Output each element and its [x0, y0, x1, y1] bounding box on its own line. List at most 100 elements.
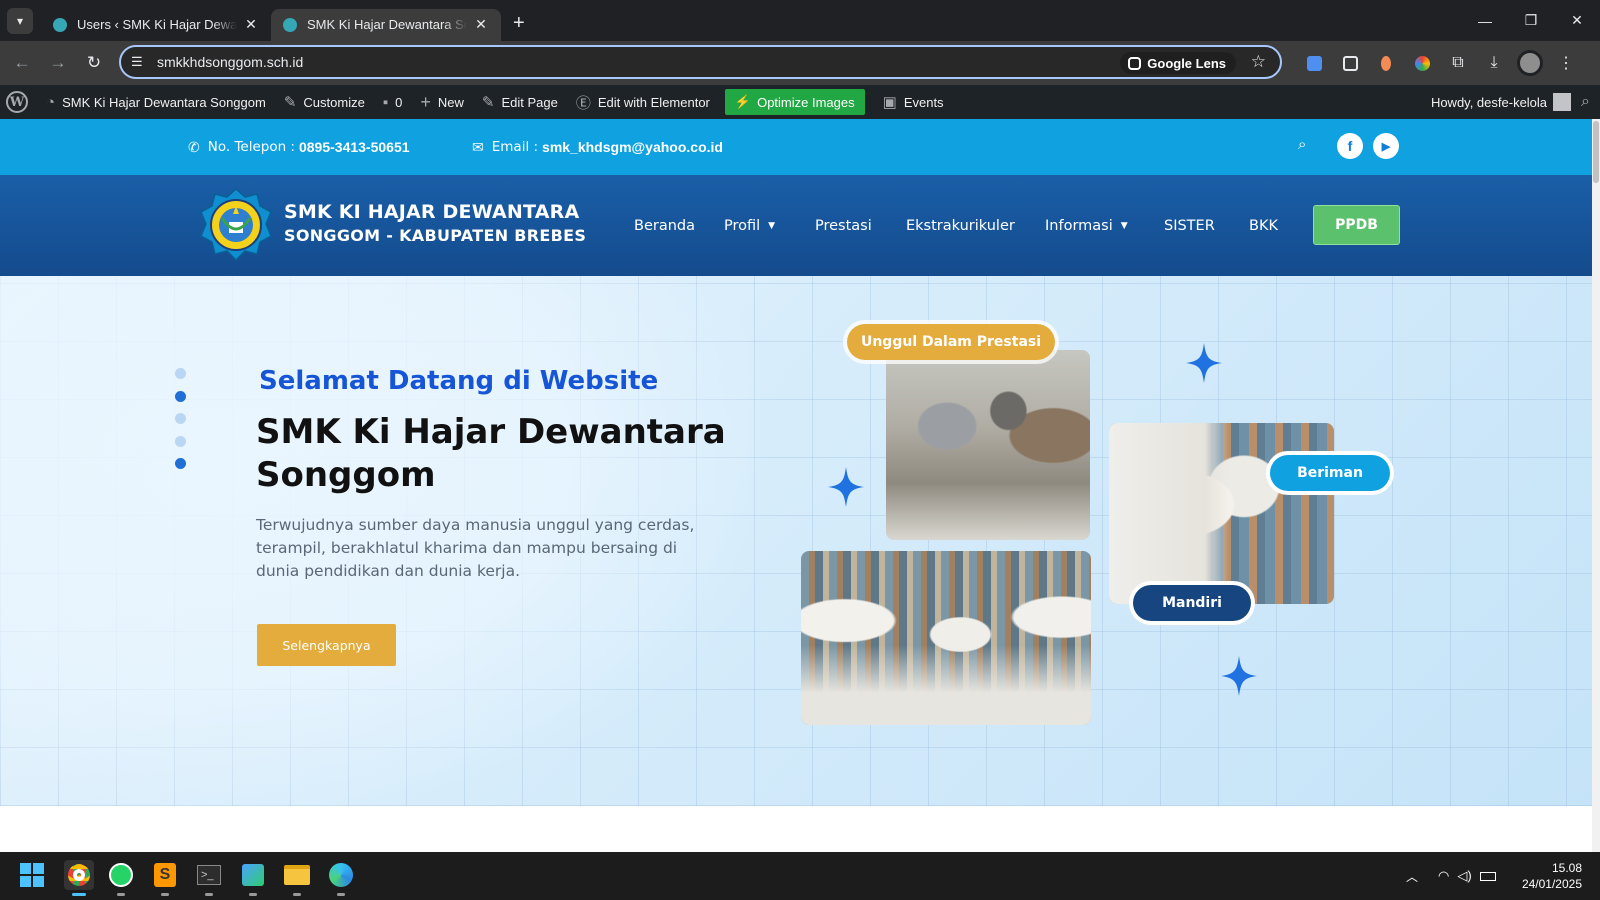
- pencil-icon: ✎: [481, 94, 495, 111]
- site-info-icon[interactable]: ☰: [131, 54, 149, 70]
- active-indicator: [72, 893, 86, 896]
- ppdb-button[interactable]: PPDB: [1313, 205, 1400, 245]
- tab-users[interactable]: Users ‹ SMK Ki Hajar Dewantara ✕: [41, 9, 271, 41]
- chevron-down-icon: ▼: [768, 220, 776, 231]
- taskbar-terminal[interactable]: >_: [196, 862, 222, 888]
- admin-avatar[interactable]: [1553, 93, 1572, 111]
- admin-edit-elementor-label: Edit with Elementor: [597, 94, 710, 110]
- running-indicator: [249, 893, 257, 896]
- profile-button[interactable]: [1512, 50, 1548, 76]
- taskbar-chrome[interactable]: [64, 860, 94, 890]
- back-button[interactable]: ←: [4, 53, 40, 73]
- windows-logo-icon: [20, 863, 44, 887]
- admin-events[interactable]: ▣ Events: [874, 85, 953, 119]
- battery-icon[interactable]: [1479, 871, 1496, 881]
- taskbar-file-explorer[interactable]: [284, 862, 310, 888]
- address-bar[interactable]: ☰ smkkhdsonggom.sch.id Google Lens ☆: [119, 45, 1282, 79]
- calendar-icon: ▣: [882, 94, 897, 111]
- nav-item-informasi[interactable]: Informasi ▼: [1045, 175, 1128, 276]
- slider-dot[interactable]: [175, 390, 186, 402]
- nav-label: BKK: [1249, 217, 1278, 234]
- bookmark-star-icon[interactable]: ☆: [1251, 52, 1266, 72]
- taskbar-browser[interactable]: [328, 862, 354, 888]
- slider-dot[interactable]: [175, 435, 186, 447]
- extension-button[interactable]: [1404, 55, 1440, 71]
- page-scrollbar[interactable]: [1592, 119, 1600, 852]
- admin-edit-page[interactable]: ✎ Edit Page: [473, 85, 567, 119]
- youtube-icon[interactable]: ▶: [1373, 133, 1399, 159]
- system-clock[interactable]: 15.08 24/01/2025: [1522, 860, 1582, 892]
- browser-menu-button[interactable]: ⋮: [1548, 53, 1584, 73]
- brand-name[interactable]: SMK KI HAJAR DEWANTARA: [284, 201, 579, 223]
- nav-label: Beranda: [634, 217, 695, 234]
- forward-button[interactable]: →: [40, 53, 76, 73]
- facebook-icon[interactable]: f: [1337, 133, 1363, 159]
- profile-avatar-icon: [1517, 50, 1543, 76]
- chevron-up-icon[interactable]: ︿: [1406, 868, 1418, 885]
- site-search-icon[interactable]: ⌕: [1298, 136, 1306, 153]
- start-button[interactable]: [19, 862, 45, 888]
- wp-admin-bar: W ◔ SMK Ki Hajar Dewantara Songgom ✎ Cus…: [0, 85, 1600, 119]
- taskbar-whatsapp[interactable]: [108, 862, 134, 888]
- minimize-button[interactable]: —: [1462, 0, 1508, 41]
- wifi-icon[interactable]: ◠: [1438, 868, 1449, 884]
- tab-search-button[interactable]: ▾: [7, 7, 33, 34]
- volume-icon[interactable]: ◁): [1457, 868, 1471, 884]
- extensions-area: ⧉ ⤓ ⋮: [1296, 41, 1584, 85]
- taskbar-sublime[interactable]: S: [152, 862, 178, 888]
- downloads-button[interactable]: ⤓: [1476, 54, 1512, 72]
- nav-item-sister[interactable]: SISTER: [1164, 175, 1215, 276]
- slider-dot[interactable]: [175, 368, 186, 379]
- admin-howdy[interactable]: Howdy, desfe-kelola: [1431, 95, 1547, 110]
- wp-logo-menu[interactable]: W: [0, 85, 37, 119]
- restore-button[interactable]: ❐: [1508, 0, 1554, 41]
- students-bookshelf-photo: [801, 551, 1091, 725]
- school-logo[interactable]: [198, 188, 274, 264]
- new-tab-button[interactable]: +: [513, 12, 525, 35]
- scrollbar-thumb[interactable]: [1593, 121, 1599, 183]
- admin-events-label: Events: [903, 94, 944, 110]
- extension-button[interactable]: [1368, 55, 1404, 71]
- admin-site-name[interactable]: ◔ SMK Ki Hajar Dewantara Songgom: [37, 85, 275, 119]
- admin-edit-elementor[interactable]: Ⓔ Edit with Elementor: [567, 85, 719, 119]
- read-more-button[interactable]: Selengkapnya: [257, 624, 396, 666]
- students-library-photo: [1109, 423, 1334, 604]
- close-window-button[interactable]: ✕: [1554, 0, 1600, 41]
- extension-button[interactable]: [1296, 55, 1332, 71]
- nav-label: Profil: [724, 217, 761, 234]
- nav-item-bkk[interactable]: BKK: [1249, 175, 1278, 276]
- nav-item-ekstrakurikuler[interactable]: Ekstrakurikuler: [906, 175, 1015, 276]
- admin-optimize-images[interactable]: ⚡ Optimize Images: [724, 89, 865, 115]
- hero-welcome: Selamat Datang di Website: [259, 366, 659, 396]
- admin-new[interactable]: + New: [411, 85, 473, 119]
- email-value[interactable]: smk_khdsgm@yahoo.co.id: [542, 139, 723, 155]
- admin-comments[interactable]: ▪ 0: [374, 85, 412, 119]
- taskbar-app[interactable]: [240, 862, 266, 888]
- nav-label: SISTER: [1164, 217, 1215, 234]
- admin-customize[interactable]: ✎ Customize: [275, 85, 374, 119]
- running-indicator: [293, 893, 301, 896]
- nav-item-beranda[interactable]: Beranda: [634, 175, 695, 276]
- comment-icon: ▪: [382, 93, 389, 111]
- phone-value[interactable]: 0895-3413-50651: [299, 139, 410, 155]
- nav-label: Prestasi: [815, 217, 872, 234]
- admin-search-icon[interactable]: ⌕: [1581, 93, 1590, 111]
- lightning-icon: ⚡: [734, 94, 752, 109]
- site-header: SMK KI HAJAR DEWANTARA SONGGOM - KABUPAT…: [0, 175, 1592, 276]
- tab-site[interactable]: SMK Ki Hajar Dewantara Songgom ✕: [271, 8, 501, 41]
- nav-item-profil[interactable]: Profil ▼: [724, 175, 775, 276]
- close-icon[interactable]: ✕: [243, 16, 259, 33]
- slider-dot[interactable]: [175, 458, 186, 469]
- close-icon[interactable]: ✕: [473, 16, 489, 33]
- reload-button[interactable]: ↻: [76, 53, 112, 73]
- extension-button[interactable]: [1332, 55, 1368, 71]
- extensions-menu-button[interactable]: ⧉: [1440, 54, 1476, 72]
- google-lens-button[interactable]: Google Lens: [1120, 52, 1236, 74]
- tab-title: Users ‹ SMK Ki Hajar Dewantara: [77, 17, 237, 32]
- nav-item-prestasi[interactable]: Prestasi: [815, 175, 872, 276]
- slider-dot[interactable]: [175, 413, 186, 424]
- window-controls: — ❐ ✕: [1462, 0, 1600, 41]
- puzzle-icon: ⧉: [1452, 54, 1464, 71]
- arrow-right-icon: →: [49, 53, 67, 72]
- clock-date: 24/01/2025: [1521, 877, 1582, 891]
